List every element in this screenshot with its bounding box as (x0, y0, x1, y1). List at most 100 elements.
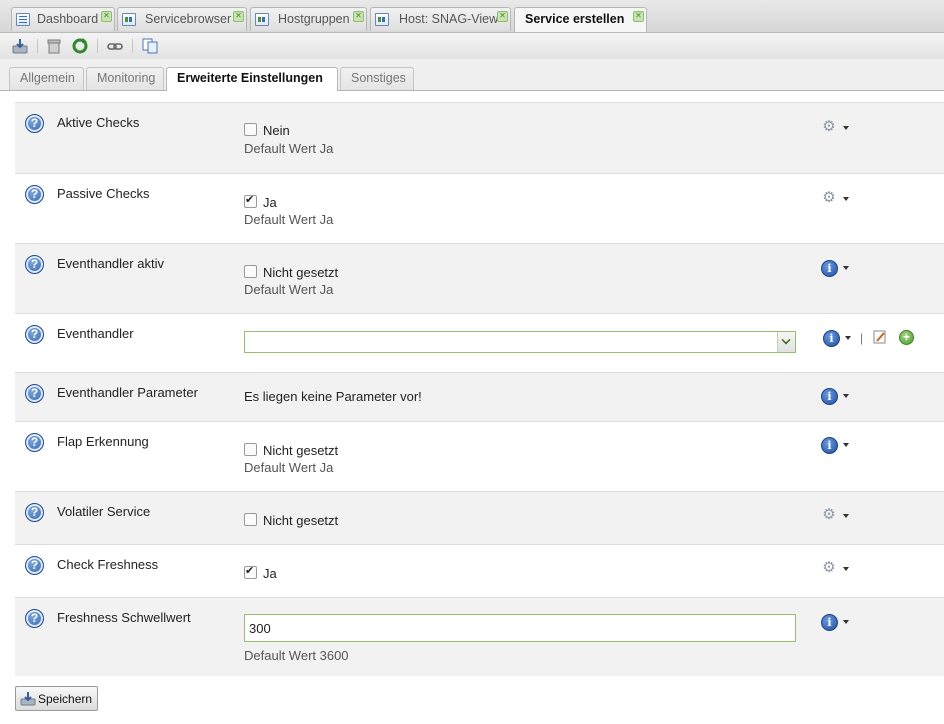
trash-icon[interactable] (45, 37, 63, 55)
volatiler-service-checkbox[interactable]: Nicht gesetzt (244, 513, 338, 528)
chevron-down-icon[interactable] (843, 620, 849, 624)
checkbox[interactable] (244, 123, 257, 136)
toolbar (0, 33, 944, 60)
checkbox-label: Nein (263, 123, 290, 138)
chevron-down-icon[interactable] (843, 443, 849, 447)
chevron-down-icon[interactable] (777, 332, 795, 352)
help-icon[interactable]: ? (25, 503, 44, 522)
inherit-gear-icon[interactable]: ⚙ (821, 507, 837, 522)
grid-icon (255, 13, 269, 26)
info-icon[interactable]: i (821, 388, 838, 405)
check-freshness-checkbox[interactable]: Ja (244, 564, 277, 581)
field-label: Eventhandler (57, 326, 134, 341)
help-icon[interactable]: ? (25, 556, 44, 575)
field-label: Aktive Checks (57, 115, 140, 130)
aktive-checks-checkbox[interactable]: Nein (244, 123, 290, 138)
close-icon[interactable]: ✕ (497, 11, 508, 22)
info-icon[interactable]: i (823, 330, 840, 347)
add-icon[interactable]: + (899, 330, 914, 345)
inherit-gear-icon[interactable]: ⚙ (821, 190, 837, 205)
chevron-down-icon[interactable] (843, 394, 849, 398)
tab-dashboard[interactable]: Dashboard ✕ (11, 7, 115, 31)
close-icon[interactable]: ✕ (633, 11, 644, 22)
close-icon[interactable]: ✕ (353, 11, 364, 22)
chevron-down-icon[interactable] (843, 514, 849, 518)
checkbox[interactable] (244, 564, 257, 579)
tab-allgemein[interactable]: Allgemein (9, 67, 84, 90)
default-value: Default Wert Ja (244, 282, 334, 297)
save-button[interactable]: Speichern (15, 686, 98, 711)
settings-tab-strip: Allgemein Monitoring Erweiterte Einstell… (0, 59, 944, 91)
row-volatiler-service: ? Volatiler Service Nicht gesetzt ⚙ (15, 491, 944, 544)
checkbox[interactable] (244, 513, 257, 526)
row-eventhandler-parameter: ? Eventhandler Parameter Es liegen keine… (15, 372, 944, 421)
save-icon (20, 692, 36, 706)
row-check-freshness: ? Check Freshness Ja ⚙ (15, 544, 944, 597)
field-label: Passive Checks (57, 186, 150, 201)
flap-erkennung-checkbox[interactable]: Nicht gesetzt (244, 443, 338, 458)
freshness-threshold-input[interactable] (244, 614, 796, 642)
tab-erweiterte-einstellungen[interactable]: Erweiterte Einstellungen (166, 67, 338, 91)
row-passive-checks: ? Passive Checks Ja Default Wert Ja ⚙ (15, 173, 944, 243)
chevron-down-icon[interactable] (843, 266, 849, 270)
row-eventhandler: ? Eventhandler i | + (15, 313, 944, 372)
eventhandler-aktiv-checkbox[interactable]: Nicht gesetzt (244, 265, 338, 280)
help-icon[interactable]: ? (25, 384, 44, 403)
info-icon[interactable]: i (821, 614, 838, 631)
help-icon[interactable]: ? (25, 185, 44, 204)
tab-service-erstellen[interactable]: Service erstellen ✕ (514, 7, 647, 32)
tab-label: Dashboard (37, 12, 99, 26)
info-icon[interactable]: i (821, 260, 838, 277)
help-icon[interactable]: ? (25, 609, 44, 628)
refresh-icon[interactable] (71, 37, 89, 55)
checkbox-label: Ja (263, 566, 277, 581)
row-freshness-schwellwert: ? Freshness Schwellwert Default Wert 360… (15, 597, 944, 676)
inherit-gear-icon[interactable]: ⚙ (821, 119, 837, 134)
info-icon[interactable]: i (821, 437, 838, 454)
no-parameters-text: Es liegen keine Parameter vor! (244, 389, 422, 404)
save-icon[interactable] (11, 37, 29, 55)
chevron-down-icon[interactable] (845, 336, 851, 340)
row-eventhandler-aktiv: ? Eventhandler aktiv Nicht gesetzt Defau… (15, 243, 944, 313)
close-icon[interactable]: ✕ (233, 11, 244, 22)
edit-icon[interactable] (873, 330, 887, 344)
row-flap-erkennung: ? Flap Erkennung Nicht gesetzt Default W… (15, 421, 944, 491)
checkbox[interactable] (244, 443, 257, 456)
default-value: Default Wert Ja (244, 141, 334, 156)
chevron-down-icon[interactable] (843, 567, 849, 571)
copy-icon[interactable] (141, 37, 159, 55)
grid-icon (375, 13, 389, 26)
toolbar-separator (37, 39, 38, 53)
checkbox-label: Nicht gesetzt (263, 265, 339, 280)
help-icon[interactable]: ? (25, 433, 44, 452)
help-icon[interactable]: ? (25, 255, 44, 274)
chevron-down-icon[interactable] (843, 126, 849, 130)
eventhandler-select[interactable] (244, 331, 796, 353)
field-label: Freshness Schwellwert (57, 610, 191, 625)
tab-label: Servicebrowser (145, 12, 232, 26)
inherit-gear-icon[interactable]: ⚙ (821, 560, 837, 575)
close-icon[interactable]: ✕ (101, 11, 112, 22)
tab-sonstiges[interactable]: Sonstiges (340, 67, 414, 90)
field-label: Volatiler Service (57, 504, 151, 519)
tab-label: Service erstellen (525, 12, 625, 26)
help-icon[interactable]: ? (25, 114, 44, 133)
help-icon[interactable]: ? (25, 325, 44, 344)
checkbox[interactable] (244, 193, 257, 208)
toolbar-separator (97, 39, 98, 53)
link-icon[interactable] (106, 37, 124, 55)
checkbox-label: Nicht gesetzt (263, 443, 339, 458)
tab-monitoring[interactable]: Monitoring (86, 67, 164, 90)
row-aktive-checks: ? Aktive Checks Nein Default Wert Ja ⚙ (15, 102, 944, 173)
passive-checks-checkbox[interactable]: Ja (244, 193, 277, 210)
separator-pipe: | (860, 331, 864, 345)
tab-hostgruppen[interactable]: Hostgruppen ✕ (250, 7, 367, 31)
field-label: Flap Erkennung (57, 434, 149, 449)
checkbox[interactable] (244, 265, 257, 278)
tab-host-snag-view[interactable]: Host: SNAG-View ✕ (370, 7, 511, 31)
field-label: Eventhandler aktiv (57, 256, 164, 271)
chevron-down-icon[interactable] (843, 197, 849, 201)
list-icon (16, 13, 30, 26)
tab-servicebrowser[interactable]: Servicebrowser ✕ (117, 7, 247, 31)
tab-label: Host: SNAG-View (399, 12, 499, 26)
